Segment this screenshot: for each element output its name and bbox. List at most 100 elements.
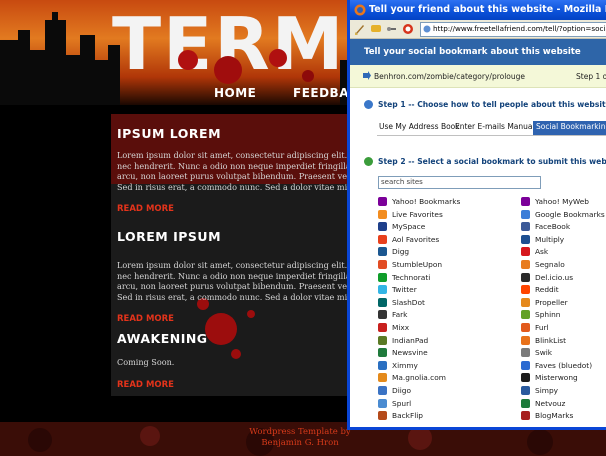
site-label: Netvouz [535, 398, 566, 408]
site-label: SlashDot [392, 297, 425, 307]
technorati-icon [378, 272, 387, 282]
facebook-icon [521, 222, 530, 232]
del-icio-us-icon [521, 272, 530, 282]
site-label: Digg [392, 247, 410, 257]
site-label: Simpy [535, 386, 559, 395]
arrow-icon [363, 71, 371, 80]
post-title[interactable]: LOREM IPSUM [117, 229, 353, 244]
site-identity-icon[interactable] [402, 23, 414, 35]
live-favorites-icon [378, 209, 387, 219]
multiply-icon [521, 234, 530, 244]
bookmark-site-list: Yahoo! Bookmarks Live Favorites MySpace Aol… [350, 193, 606, 427]
site-label: Newsvine [392, 348, 428, 358]
firefox-icon [354, 4, 366, 16]
site-label: Spurl [392, 398, 412, 408]
address-bar[interactable]: http://www.freetellafriend.com/tell/?opt… [420, 22, 606, 37]
url-text: http://www.freetellafriend.com/tell/?opt… [433, 24, 606, 33]
stumbleupon-icon [378, 260, 387, 269]
post-text-line: nec hendrerit. Nunc a odio non neque imp… [117, 270, 353, 281]
site-label: Reddit [535, 285, 559, 295]
post-ipsum-lorem: IPSUM LOREM Lorem ipsum dolor sit amet, … [117, 126, 353, 214]
faves-bluedot--icon [521, 360, 530, 370]
site-label: Diigo [392, 386, 412, 395]
sphinn-icon [521, 310, 530, 320]
site-label: Swik [535, 348, 553, 358]
google-bookmarks-icon [521, 209, 530, 219]
site-label: MySpace [392, 222, 426, 232]
footer-line[interactable]: Benjamin G. Hron [0, 438, 600, 449]
step-2-title: Step 2 -- Select a social bookmark to su… [378, 157, 606, 166]
site-label: Yahoo! MyWeb [535, 197, 589, 206]
site-label: Google Bookmarks [535, 209, 605, 219]
propeller-icon [521, 297, 530, 307]
popup-header: Tell your social bookmark about this web… [350, 39, 606, 65]
twitter-icon [378, 285, 387, 295]
site-search-input[interactable]: search sites [378, 176, 541, 189]
site-label: Twitter [392, 285, 417, 295]
site-label: Ma.gnolia.com [392, 373, 446, 383]
read-more-link[interactable]: READ MORE [117, 204, 353, 214]
globe-icon [423, 25, 431, 33]
site-label: FaceBook [535, 222, 571, 232]
broom-icon[interactable] [354, 23, 366, 35]
backflip-icon [378, 411, 387, 421]
misterwong-icon [521, 373, 530, 383]
info-icon [364, 100, 373, 109]
read-more-link[interactable]: READ MORE [117, 314, 353, 324]
read-more-link[interactable]: READ MORE [117, 380, 353, 390]
chat-icon[interactable] [370, 23, 382, 35]
firefox-popup-window: Tell your friend about this website - Mo… [347, 0, 606, 430]
site-label: Yahoo! Bookmarks [392, 197, 461, 206]
simpy-icon [521, 386, 530, 395]
slashdot-icon [378, 297, 387, 307]
reddit-icon [521, 285, 530, 295]
step-counter: Step 1 of 3 [576, 72, 606, 81]
myspace-icon [378, 222, 387, 232]
mixx-icon [378, 323, 387, 332]
site-label: BackFlip [392, 411, 423, 421]
post-text-line: Coming Soon. [117, 357, 175, 367]
fark-icon [378, 310, 387, 320]
blogmarks-icon [521, 411, 530, 421]
post-text-line: Sed in risus erat, a commodo nunc. Sed a… [117, 181, 353, 192]
post-text-line: Sed in risus erat, a commodo nunc. Sed a… [117, 291, 353, 302]
blinklist-icon [521, 335, 530, 345]
indianpad-icon [378, 335, 387, 345]
tab-address-book[interactable]: Use My Address Book [376, 121, 463, 136]
window-title: Tell your friend about this website - Mo… [369, 4, 606, 15]
tab-social-bookmarking[interactable]: Social Bookmarking [533, 121, 606, 136]
nav-home-link[interactable]: HOME [214, 86, 256, 100]
post-text-line: Lorem ipsum dolor sit amet, consectetur … [117, 150, 353, 160]
wrench-icon[interactable] [386, 23, 398, 35]
tab-enter-emails[interactable]: Enter E-mails Manually [452, 121, 544, 136]
site-label: Propeller [535, 297, 568, 307]
site-label: Sphinn [535, 310, 561, 320]
post-text-line: arcu, non laoreet purus volutpat bibendu… [117, 171, 353, 182]
site-label: Furl [535, 323, 549, 332]
site-label: Aol Favorites [392, 234, 440, 244]
yahoo-myweb-icon [521, 197, 530, 206]
newsvine-icon [378, 348, 387, 358]
ma-gnolia-com-icon [378, 373, 387, 383]
post-lorem-ipsum: LOREM IPSUM Lorem ipsum dolor sit amet, … [117, 229, 353, 324]
browser-toolbar: http://www.freetellafriend.com/tell/?opt… [350, 20, 606, 39]
spurl-icon [378, 398, 387, 408]
site-label: Segnalo [535, 260, 565, 269]
post-title[interactable]: AWAKENING [117, 331, 353, 346]
site-label: Fark [392, 310, 408, 320]
site-label: IndianPad [392, 335, 429, 345]
tab-divider [377, 135, 606, 136]
content-panel: IPSUM LOREM Lorem ipsum dolor sit amet, … [111, 114, 361, 396]
ximmy-icon [378, 360, 387, 370]
furl-icon [521, 323, 530, 332]
site-label: Faves (bluedot) [535, 360, 593, 370]
add-icon [364, 157, 373, 166]
popup-header-title: Tell your social bookmark about this web… [364, 47, 581, 57]
diigo-icon [378, 386, 387, 395]
post-text-line: nec hendrerit. Nunc a odio non neque imp… [117, 160, 353, 171]
site-label: StumbleUpon [392, 260, 443, 269]
site-label: BlinkList [535, 335, 567, 345]
post-title[interactable]: IPSUM LOREM [117, 126, 353, 141]
window-titlebar[interactable]: Tell your friend about this website - Mo… [350, 0, 606, 20]
netvouz-icon [521, 398, 530, 408]
